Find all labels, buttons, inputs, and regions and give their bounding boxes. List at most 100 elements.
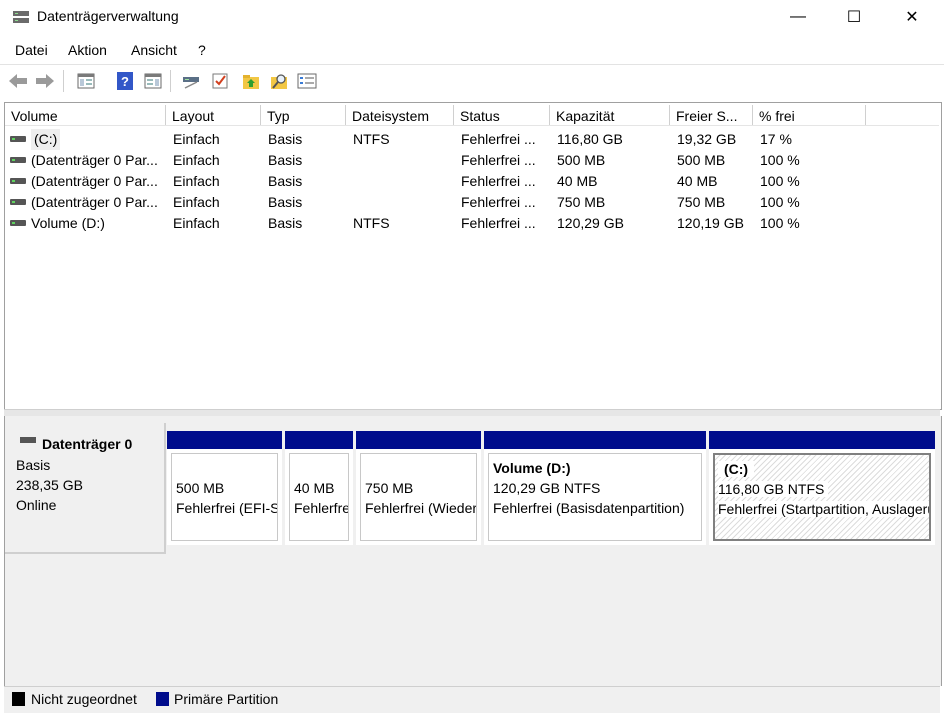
partition-c[interactable]: (C:) 116,80 GB NTFS Fehlerfrei (Startpar… xyxy=(709,431,935,545)
console-tree-icon[interactable] xyxy=(76,71,96,91)
partition-efi[interactable]: 500 MB Fehlerfrei (EFI-Systempartition) xyxy=(167,431,282,545)
menu-help[interactable]: ? xyxy=(198,42,206,58)
cell-status: Fehlerfrei ... xyxy=(461,194,536,210)
check-icon[interactable] xyxy=(210,71,230,91)
cell-layout: Einfach xyxy=(173,194,220,210)
partition-status: Fehlerfrei (Wiederherstellungspartition) xyxy=(365,500,477,516)
column-header-kapazitaet[interactable]: Kapazität xyxy=(550,105,670,125)
table-row[interactable]: (Datenträger 0 Par... Einfach Basis Fehl… xyxy=(5,150,939,171)
svg-text:?: ? xyxy=(121,74,129,89)
cell-prozent-frei: 100 % xyxy=(760,173,800,189)
partition-recovery[interactable]: 750 MB Fehlerfrei (Wiederherstellungspar… xyxy=(356,431,481,545)
disk-info-panel[interactable]: Datenträger 0 Basis 238,35 GB Online xyxy=(5,423,166,554)
column-header-typ[interactable]: Typ xyxy=(261,105,346,125)
partition-title: Volume (D:) xyxy=(493,460,571,476)
cell-typ: Basis xyxy=(268,152,303,168)
column-header-prozent-frei[interactable]: % frei xyxy=(753,105,866,125)
disk-size: 238,35 GB xyxy=(16,477,83,493)
cell-kapazitaet: 40 MB xyxy=(557,173,598,189)
action-pane-icon[interactable] xyxy=(143,71,163,91)
cell-typ: Basis xyxy=(268,215,303,231)
cell-typ: Basis xyxy=(268,131,303,147)
cell-layout: Einfach xyxy=(173,173,220,189)
properties-icon[interactable] xyxy=(297,71,317,91)
table-row[interactable]: (C:) Einfach Basis NTFS Fehlerfrei ... 1… xyxy=(5,129,939,150)
primary-partition-bar xyxy=(484,431,706,449)
volume-icon xyxy=(10,157,26,163)
legend-bar: Nicht zugeordnet Primäre Partition xyxy=(4,686,940,713)
cell-status: Fehlerfrei ... xyxy=(461,215,536,231)
table-row[interactable]: Volume (D:) Einfach Basis NTFS Fehlerfre… xyxy=(5,213,939,234)
cell-freier-speicher: 40 MB xyxy=(677,173,718,189)
connect-icon[interactable] xyxy=(181,71,201,91)
disk-state: Online xyxy=(16,497,57,513)
menu-aktion[interactable]: Aktion xyxy=(68,42,107,58)
column-header-volume[interactable]: Volume xyxy=(5,105,166,125)
cell-typ: Basis xyxy=(268,194,303,210)
disk-management-icon xyxy=(13,11,29,23)
column-header-dateisystem[interactable]: Dateisystem xyxy=(346,105,454,125)
cell-kapazitaet: 116,80 GB xyxy=(557,131,623,147)
cell-layout: Einfach xyxy=(173,152,220,168)
disk-icon xyxy=(20,437,36,443)
cell-prozent-frei: 100 % xyxy=(760,152,800,168)
close-button[interactable]: ✕ xyxy=(884,0,940,34)
partition-status: Fehlerfrei (Basisdatenpartition) xyxy=(493,500,685,516)
cell-volume: (Datenträger 0 Par... xyxy=(31,173,158,189)
volume-icon xyxy=(10,136,26,142)
cell-prozent-frei: 100 % xyxy=(760,215,800,231)
partition-title: (C:) xyxy=(718,461,755,477)
window-title: Datenträgerverwaltung xyxy=(37,8,179,24)
minimize-button[interactable]: — xyxy=(770,0,826,34)
cell-status: Fehlerfrei ... xyxy=(461,152,536,168)
cell-kapazitaet: 750 MB xyxy=(557,194,606,210)
partition-size: 120,29 GB NTFS xyxy=(493,480,601,496)
toolbar: ? xyxy=(0,64,944,97)
forward-arrow-icon[interactable] xyxy=(35,71,55,91)
menu-bar: Datei Aktion Ansicht ? xyxy=(0,38,944,64)
cell-freier-speicher: 750 MB xyxy=(677,194,726,210)
primary-swatch xyxy=(156,692,169,706)
volume-list[interactable]: Volume Layout Typ Dateisystem Status Kap… xyxy=(4,102,942,410)
cell-freier-speicher: 500 MB xyxy=(677,152,726,168)
volume-icon xyxy=(10,178,26,184)
partition-size: 40 MB xyxy=(294,480,335,496)
partition-status: Fehlerfrei (Startpartition, Auslagerungs… xyxy=(718,501,929,517)
partition-size: 116,80 GB NTFS xyxy=(718,481,829,497)
up-folder-icon[interactable] xyxy=(241,71,261,91)
maximize-button[interactable]: ☐ xyxy=(826,0,882,34)
back-arrow-icon[interactable] xyxy=(8,71,28,91)
cell-volume: Volume (D:) xyxy=(31,215,105,231)
partition-oem[interactable]: 40 MB Fehlerfrei (OEM-Partition) xyxy=(285,431,353,545)
disk-name: Datenträger 0 xyxy=(42,436,133,452)
cell-freier-speicher: 19,32 GB xyxy=(677,131,737,147)
help-icon[interactable]: ? xyxy=(115,71,135,91)
volume-icon xyxy=(10,199,26,205)
cell-kapazitaet: 120,29 GB xyxy=(557,215,624,231)
legend-unallocated: Nicht zugeordnet xyxy=(31,691,137,707)
table-row[interactable]: (Datenträger 0 Par... Einfach Basis Fehl… xyxy=(5,171,939,192)
volume-icon xyxy=(10,220,26,226)
search-icon[interactable] xyxy=(269,71,289,91)
column-header-empty xyxy=(866,105,939,125)
partition-volume-d[interactable]: Volume (D:) 120,29 GB NTFS Fehlerfrei (B… xyxy=(484,431,706,545)
cell-layout: Einfach xyxy=(173,131,220,147)
column-header-layout[interactable]: Layout xyxy=(166,105,261,125)
partition-size: 750 MB xyxy=(365,480,414,496)
partition-size: 500 MB xyxy=(176,480,225,496)
legend-primary: Primäre Partition xyxy=(174,691,279,707)
cell-dateisystem: NTFS xyxy=(353,131,390,147)
menu-ansicht[interactable]: Ansicht xyxy=(131,42,177,58)
partition-status: Fehlerfrei (EFI-Systempartition) xyxy=(176,500,277,516)
cell-status: Fehlerfrei ... xyxy=(461,131,536,147)
cell-dateisystem: NTFS xyxy=(353,215,390,231)
cell-volume: (C:) xyxy=(31,129,61,150)
cell-freier-speicher: 120,19 GB xyxy=(677,215,744,231)
menu-datei[interactable]: Datei xyxy=(15,42,48,58)
table-row[interactable]: (Datenträger 0 Par... Einfach Basis Fehl… xyxy=(5,192,939,213)
cell-prozent-frei: 100 % xyxy=(760,194,800,210)
cell-typ: Basis xyxy=(268,173,303,189)
column-header-status[interactable]: Status xyxy=(454,105,550,125)
cell-status: Fehlerfrei ... xyxy=(461,173,536,189)
column-header-freier-speicher[interactable]: Freier S... xyxy=(670,105,753,125)
